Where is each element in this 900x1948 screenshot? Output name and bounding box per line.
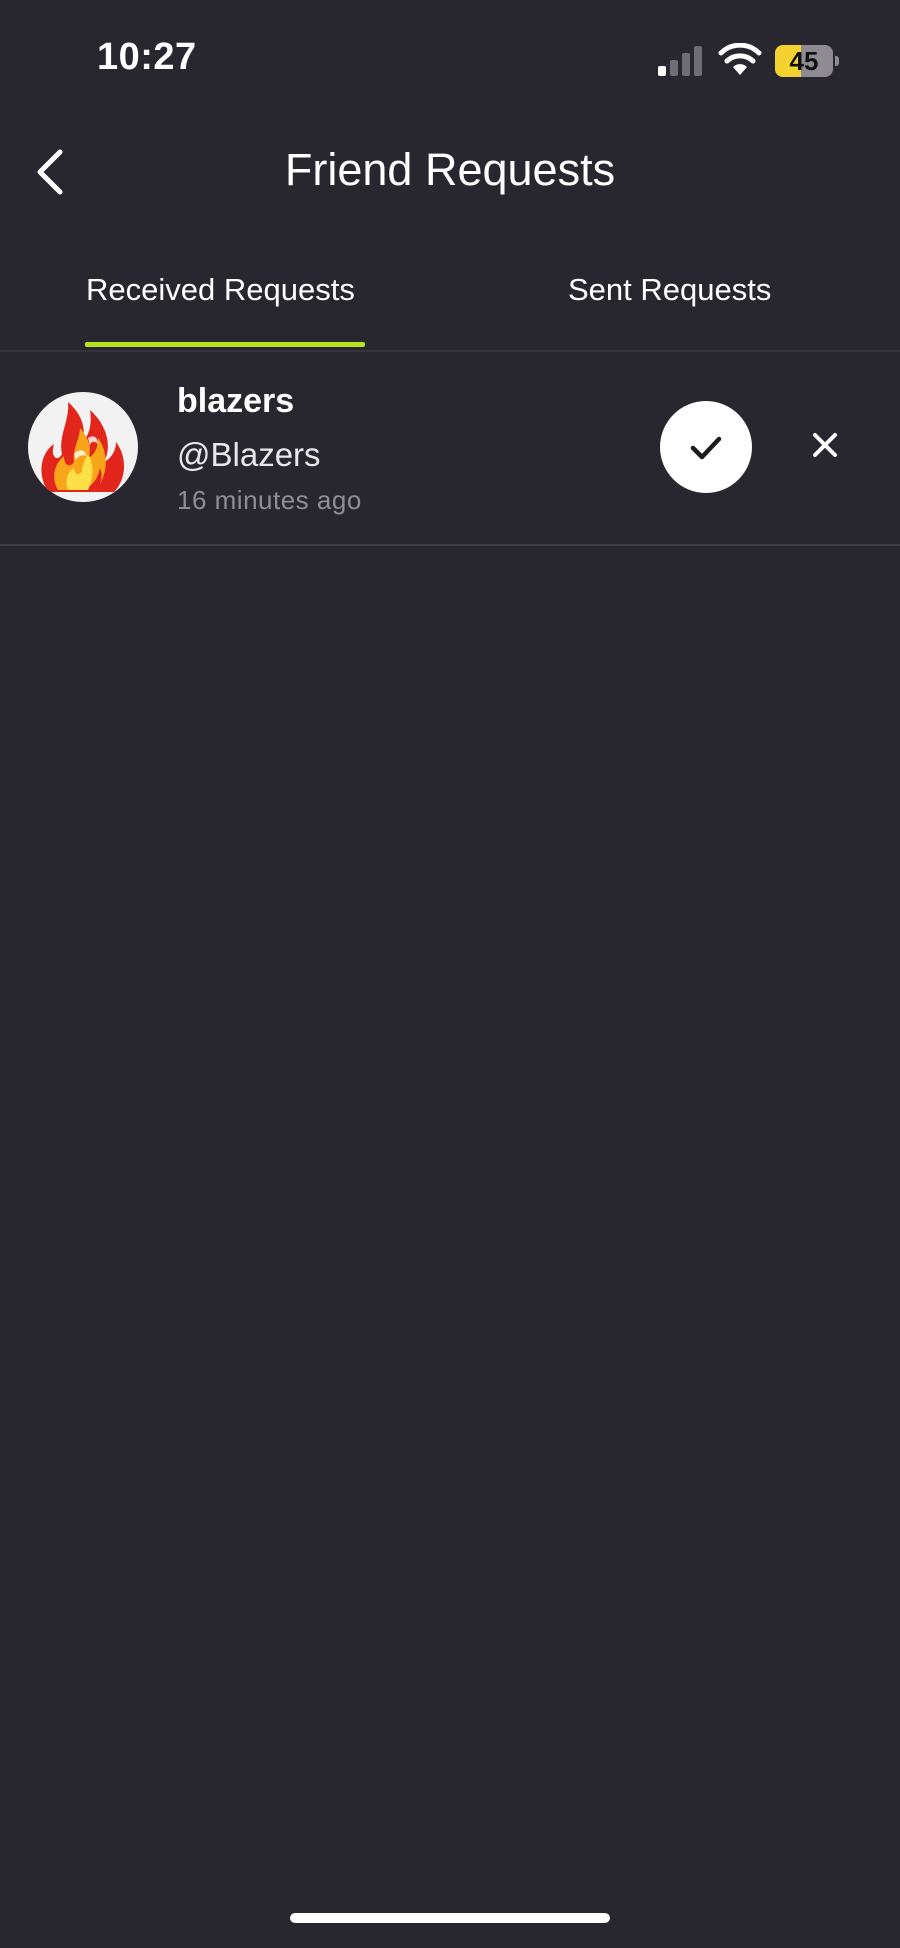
accept-request-button[interactable] — [660, 401, 752, 493]
avatar[interactable] — [28, 392, 138, 502]
status-bar: 10:27 45 — [0, 0, 900, 120]
friend-request-row[interactable]: blazers @Blazers 16 minutes ago — [0, 352, 900, 546]
request-user-name: blazers — [177, 382, 295, 420]
page-title: Friend Requests — [284, 144, 616, 195]
tab-sent-requests[interactable]: Sent Requests — [568, 272, 771, 308]
tab-bar: Received Requests Sent Requests — [0, 250, 900, 352]
cellular-signal-icon — [658, 46, 702, 76]
active-tab-indicator — [85, 342, 365, 347]
request-user-handle: @Blazers — [177, 436, 321, 473]
decline-request-button[interactable] — [800, 420, 850, 470]
status-time: 10:27 — [97, 36, 197, 78]
wifi-icon — [718, 43, 762, 75]
home-indicator[interactable] — [290, 1913, 610, 1923]
header: Friend Requests — [0, 120, 900, 230]
close-icon — [813, 433, 837, 457]
flame-icon — [41, 402, 125, 492]
battery-level-text: 45 — [789, 46, 819, 76]
battery-icon: 45 — [775, 45, 839, 77]
checkmark-icon — [690, 436, 722, 460]
request-timestamp: 16 minutes ago — [177, 485, 362, 515]
tab-received-requests[interactable]: Received Requests — [86, 272, 355, 308]
